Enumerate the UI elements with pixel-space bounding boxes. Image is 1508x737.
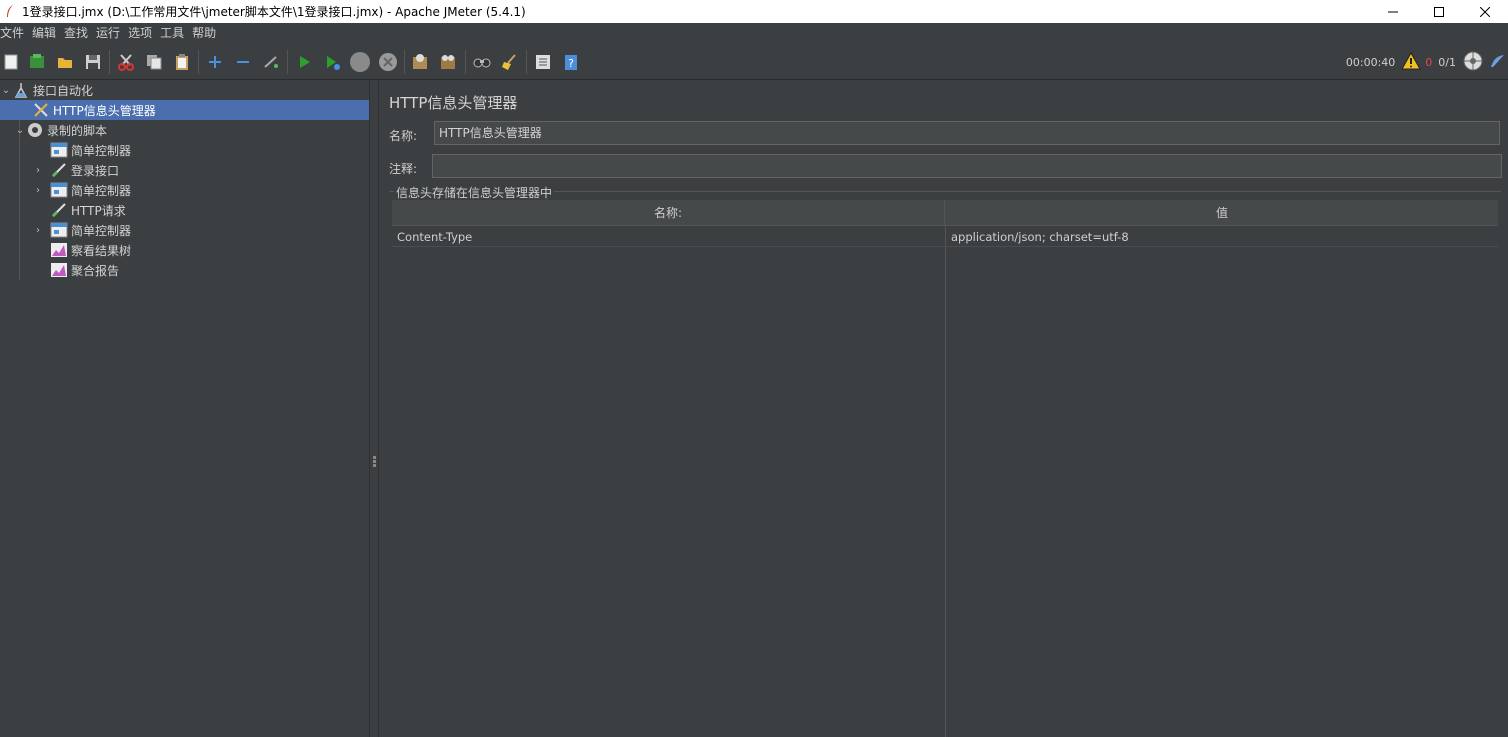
table-row[interactable]: Content-Type application/json; charset=u…: [392, 227, 1498, 247]
open-folder-icon[interactable]: [54, 51, 76, 73]
headers-table: 名称: 值 Content-Type application/json; cha…: [392, 200, 1498, 737]
expand-all-icon[interactable]: [204, 51, 226, 73]
new-file-icon[interactable]: [0, 51, 22, 73]
tree-item-http-request[interactable]: HTTP请求: [0, 200, 369, 220]
toolbar: ? 00:00:40 0 0/1: [0, 44, 1508, 80]
group-border: [389, 191, 1501, 192]
simple-controller-icon: [50, 221, 68, 239]
menu-tools[interactable]: 工具: [156, 23, 188, 44]
start-no-pauses-icon[interactable]: [321, 51, 343, 73]
help-icon[interactable]: ?: [560, 51, 582, 73]
panel-splitter[interactable]: [370, 80, 379, 737]
tree-item-view-results-tree[interactable]: 察看结果树: [0, 240, 369, 260]
header-manager-panel: HTTP信息头管理器 名称: HTTP信息头管理器 注释: 信息头存储在信息头管…: [380, 80, 1508, 737]
function-helper-icon[interactable]: [532, 51, 554, 73]
chevron-right-icon[interactable]: ›: [32, 220, 44, 240]
search-binoculars-icon[interactable]: [471, 51, 493, 73]
start-icon[interactable]: [293, 51, 315, 73]
log-viewer-icon[interactable]: [1488, 52, 1506, 73]
header-manager-icon: [32, 101, 50, 119]
sampler-pipette-icon: [50, 161, 68, 179]
panel-title: HTTP信息头管理器: [389, 94, 518, 112]
chevron-right-icon[interactable]: ›: [32, 160, 44, 180]
shutdown-icon[interactable]: [377, 51, 399, 73]
comment-label: 注释:: [389, 162, 418, 176]
name-label: 名称:: [389, 129, 418, 143]
toggle-icon[interactable]: [260, 51, 282, 73]
elapsed-timer: 00:00:40: [1345, 55, 1396, 69]
listener-graph-icon: [50, 241, 68, 259]
maximize-button[interactable]: [1416, 0, 1462, 23]
column-header-name[interactable]: 名称:: [392, 200, 945, 226]
window-title-bar: 1登录接口.jmx (D:\工作常用文件\jmeter脚本文件\1登录接口.jm…: [0, 0, 1508, 23]
table-header: 名称: 值: [392, 200, 1498, 226]
name-input[interactable]: HTTP信息头管理器: [434, 121, 1500, 145]
chevron-down-icon[interactable]: ⌄: [0, 80, 12, 100]
warning-icon[interactable]: [1401, 51, 1422, 73]
splitter-grip-icon[interactable]: [373, 456, 376, 468]
menu-options[interactable]: 选项: [124, 23, 156, 44]
cut-icon[interactable]: [115, 51, 137, 73]
simple-controller-icon: [50, 181, 68, 199]
table-cell-value[interactable]: application/json; charset=utf-8: [946, 227, 1498, 247]
table-cell-name[interactable]: Content-Type: [392, 227, 945, 247]
column-header-value[interactable]: 值: [946, 200, 1498, 226]
menu-help[interactable]: 帮助: [188, 23, 220, 44]
clear-all-icon[interactable]: [437, 51, 459, 73]
test-plan-tree: ⌄ 接口自动化 HTTP信息头管理器 ⌄ 录制的脚本 简单控制器 › 登录接口 …: [0, 80, 370, 737]
collapse-all-icon[interactable]: [232, 51, 254, 73]
window-title: 1登录接口.jmx (D:\工作常用文件\jmeter脚本文件\1登录接口.jm…: [22, 5, 526, 19]
tree-item-simple-controller-2[interactable]: › 简单控制器: [0, 180, 369, 200]
copy-icon[interactable]: [143, 51, 165, 73]
templates-icon[interactable]: [26, 51, 48, 73]
tree-item-test-plan[interactable]: ⌄ 接口自动化: [0, 80, 369, 100]
tree-item-aggregate-report[interactable]: 聚合报告: [0, 260, 369, 280]
save-icon[interactable]: [82, 51, 104, 73]
menu-bar: 文件 编辑 查找 运行 选项 工具 帮助: [0, 23, 1508, 44]
listener-graph-icon: [50, 261, 68, 279]
sampler-pipette-icon: [50, 201, 68, 219]
tree-item-simple-controller-1[interactable]: 简单控制器: [0, 140, 369, 160]
stop-icon[interactable]: [349, 51, 371, 73]
paste-icon[interactable]: [171, 51, 193, 73]
remote-icon[interactable]: [1462, 50, 1484, 75]
chevron-right-icon[interactable]: ›: [32, 180, 44, 200]
jmeter-feather-icon: [2, 4, 18, 20]
menu-edit[interactable]: 编辑: [28, 23, 60, 44]
gear-icon: [26, 121, 44, 139]
active-threads: 0/1: [1438, 55, 1456, 69]
menu-search[interactable]: 查找: [60, 23, 92, 44]
tree-item-simple-controller-3[interactable]: › 简单控制器: [0, 220, 369, 240]
chevron-down-icon[interactable]: ⌄: [14, 120, 26, 140]
simple-controller-icon: [50, 141, 68, 159]
comment-input[interactable]: [432, 154, 1502, 178]
column-divider: [945, 226, 946, 737]
menu-run[interactable]: 运行: [92, 23, 124, 44]
reset-search-broom-icon[interactable]: [499, 51, 521, 73]
minimize-button[interactable]: [1370, 0, 1416, 23]
tree-item-http-header-manager[interactable]: HTTP信息头管理器: [0, 100, 369, 120]
menu-file[interactable]: 文件: [0, 23, 28, 44]
tree-item-thread-group[interactable]: ⌄ 录制的脚本: [0, 120, 369, 140]
close-button[interactable]: [1462, 0, 1508, 23]
tree-item-login-api[interactable]: › 登录接口: [0, 160, 369, 180]
clear-icon[interactable]: [409, 51, 431, 73]
group-title: 信息头存储在信息头管理器中: [394, 184, 555, 201]
svg-text:?: ?: [568, 57, 574, 70]
error-count: 0: [1425, 55, 1433, 69]
test-plan-icon: [12, 81, 30, 99]
